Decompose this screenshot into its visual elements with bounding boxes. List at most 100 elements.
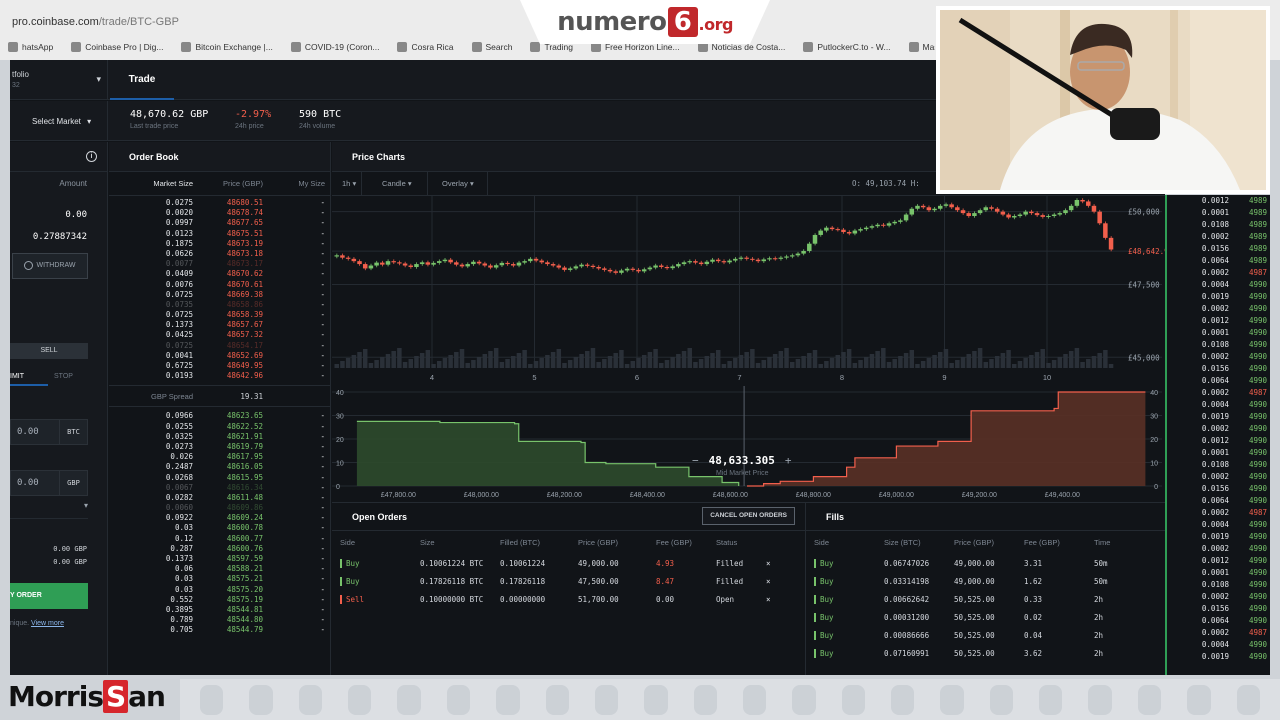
bid-row[interactable]: 0.03 48575.20 - — [109, 585, 330, 595]
ask-row[interactable]: 0.0076 48670.61 - — [109, 280, 330, 290]
ask-row[interactable]: 0.1875 48673.19 - — [109, 239, 330, 249]
ask-row[interactable]: 0.0725 48669.38 - — [109, 290, 330, 300]
fill-row[interactable]: Buy 0.00662642 50,525.00 0.33 2h — [806, 591, 1165, 609]
bid-row[interactable]: 0.287 48600.76 - — [109, 544, 330, 554]
dock-app-icon[interactable] — [989, 685, 1014, 715]
ask-row[interactable]: 0.0123 48675.51 - — [109, 229, 330, 239]
dock-app-icon[interactable] — [1137, 685, 1162, 715]
bid-row[interactable]: 0.0273 48619.79 - — [109, 442, 330, 452]
dock-app-icon[interactable] — [1236, 685, 1260, 715]
dock-app-icon[interactable] — [1039, 685, 1063, 715]
dock-app-icon[interactable] — [1088, 685, 1112, 715]
ask-row[interactable]: 0.0725 48654.17 - — [109, 341, 330, 351]
ask-row[interactable]: 0.0725 48658.39 - — [109, 310, 330, 320]
ask-row[interactable]: 0.0425 48657.32 - — [109, 330, 330, 340]
limit-tab[interactable]: IMIT — [10, 370, 48, 386]
bid-row[interactable]: 0.0966 48623.65 - — [109, 411, 330, 421]
fill-row[interactable]: Buy 0.06747026 49,000.00 3.31 50m — [806, 555, 1165, 573]
bid-row[interactable]: 0.0325 48621.91 - — [109, 432, 330, 442]
dock-app-icon[interactable] — [446, 685, 471, 715]
dock-app-icon[interactable] — [348, 685, 372, 715]
bid-row[interactable]: 0.0255 48622.52 - — [109, 422, 330, 432]
ask-row[interactable]: 0.0041 48652.69 - — [109, 351, 330, 361]
dock-app-icon[interactable] — [397, 685, 421, 715]
stop-tab[interactable]: STOP — [54, 370, 88, 386]
bookmark-item[interactable]: Masso — [908, 38, 935, 56]
price-input[interactable]: 0.00 GBP — [10, 470, 88, 496]
open-order-row[interactable]: Sell 0.10000000 BTC 0.00000000 51,700.00 0.0… — [332, 591, 805, 609]
cancel-open-orders-button[interactable]: CANCEL OPEN ORDERS — [702, 507, 795, 525]
ask-row[interactable]: 0.0077 48673.17 - — [109, 259, 330, 269]
ask-row[interactable]: 0.0409 48670.62 - — [109, 269, 330, 279]
close-icon[interactable]: × — [766, 591, 771, 609]
dock-app-icon[interactable] — [841, 685, 866, 715]
advanced-toggle[interactable]: ▾ — [10, 501, 88, 519]
dock-app-icon[interactable] — [200, 685, 224, 715]
bookmark-item[interactable]: PutlockerC.to - W... — [803, 38, 891, 56]
withdraw-button[interactable]: WITHDRAW — [12, 253, 88, 279]
sell-tab[interactable]: SELL — [10, 343, 88, 359]
view-more-link[interactable]: View more — [31, 620, 64, 627]
close-icon[interactable]: × — [766, 573, 771, 591]
dock-app-icon[interactable] — [594, 685, 619, 715]
open-order-row[interactable]: Buy 0.10061224 BTC 0.10061224 49,000.00 4.93… — [332, 555, 805, 573]
bid-row[interactable]: 0.0067 48616.34 - — [109, 483, 330, 493]
dock-app-icon[interactable] — [742, 685, 767, 715]
info-icon[interactable]: i — [86, 151, 97, 162]
fill-row[interactable]: Buy 0.07160991 50,525.00 3.62 2h — [806, 645, 1165, 663]
dock-app-icon[interactable] — [891, 685, 915, 715]
ask-row[interactable]: 0.6725 48649.95 - — [109, 361, 330, 371]
chart-type-dropdown[interactable]: Candle ▾ — [372, 172, 428, 196]
bid-row[interactable]: 0.705 48544.79 - — [109, 625, 330, 635]
dock-app-icon[interactable] — [298, 685, 323, 715]
dock-app-icon[interactable] — [693, 685, 717, 715]
bid-row[interactable]: 0.026 48617.95 - — [109, 452, 330, 462]
bookmark-item[interactable]: COVID-19 (Coron... — [290, 38, 379, 56]
ask-row[interactable]: 0.0735 48658.86 - — [109, 300, 330, 310]
fill-row[interactable]: Buy 0.00086666 50,525.00 0.04 2h — [806, 627, 1165, 645]
ask-row[interactable]: 0.1373 48657.67 - — [109, 320, 330, 330]
bid-row[interactable]: 0.06 48588.21 - — [109, 564, 330, 574]
bookmark-item[interactable]: Bitcoin Exchange |... — [181, 38, 273, 56]
bid-row[interactable]: 0.12 48600.77 - — [109, 534, 330, 544]
open-order-row[interactable]: Buy 0.17826118 BTC 0.17826118 47,500.00 8.47… — [332, 573, 805, 591]
bid-row[interactable]: 0.03 48575.21 - — [109, 574, 330, 584]
bid-row[interactable]: 0.0922 48609.24 - — [109, 513, 330, 523]
select-market-dropdown[interactable]: Select Market ▾ — [10, 101, 108, 141]
bid-row[interactable]: 0.552 48575.19 - — [109, 595, 330, 605]
dock-app-icon[interactable] — [496, 685, 520, 715]
dock-app-icon[interactable] — [249, 685, 273, 715]
dock-app-icon[interactable] — [1187, 685, 1211, 715]
bid-row[interactable]: 0.789 48544.80 - — [109, 615, 330, 625]
fill-row[interactable]: Buy 0.03314198 49,000.00 1.62 50m — [806, 573, 1165, 591]
ask-row[interactable]: 0.0626 48673.18 - — [109, 249, 330, 259]
bid-row[interactable]: 0.3895 48544.81 - — [109, 605, 330, 615]
tab-trade[interactable]: Trade — [110, 60, 174, 100]
ask-row[interactable]: 0.0193 48642.96 - — [109, 371, 330, 381]
close-icon[interactable]: × — [766, 555, 771, 573]
place-order-button[interactable]: Y ORDER — [10, 583, 88, 609]
bid-row[interactable]: 0.03 48600.78 - — [109, 523, 330, 533]
overlay-dropdown[interactable]: Overlay ▾ — [432, 172, 488, 196]
ask-row[interactable]: 0.0020 48678.74 - — [109, 208, 330, 218]
fill-row[interactable]: Buy 0.00031200 50,525.00 0.02 2h — [806, 609, 1165, 627]
zoom-in-button[interactable]: + — [785, 454, 792, 467]
ask-row[interactable]: 0.0275 48680.51 - — [109, 198, 330, 208]
dock-app-icon[interactable] — [644, 685, 668, 715]
zoom-out-button[interactable]: − — [692, 454, 699, 467]
bookmark-item[interactable]: hatsApp — [8, 38, 53, 56]
interval-dropdown[interactable]: 1h ▾ — [332, 172, 362, 196]
amount-input[interactable]: 0.00 BTC — [10, 419, 88, 445]
ask-row[interactable]: 0.0997 48677.65 - — [109, 218, 330, 228]
bid-row[interactable]: 0.0268 48615.95 - — [109, 473, 330, 483]
portfolio-selector[interactable]: tfolio 32 ▾ — [10, 60, 108, 100]
bid-row[interactable]: 0.1373 48597.59 - — [109, 554, 330, 564]
bookmark-item[interactable]: Coinbase Pro | Dig... — [71, 38, 163, 56]
bid-row[interactable]: 0.2487 48616.05 - — [109, 462, 330, 472]
dock-app-icon[interactable] — [545, 685, 569, 715]
dock-app-icon[interactable] — [792, 685, 816, 715]
address-bar[interactable]: pro.coinbase.com/trade/BTC-GBP — [0, 12, 520, 34]
bid-row[interactable]: 0.0282 48611.48 - — [109, 493, 330, 503]
dock-app-icon[interactable] — [940, 685, 964, 715]
bookmark-item[interactable]: Search — [471, 38, 512, 56]
